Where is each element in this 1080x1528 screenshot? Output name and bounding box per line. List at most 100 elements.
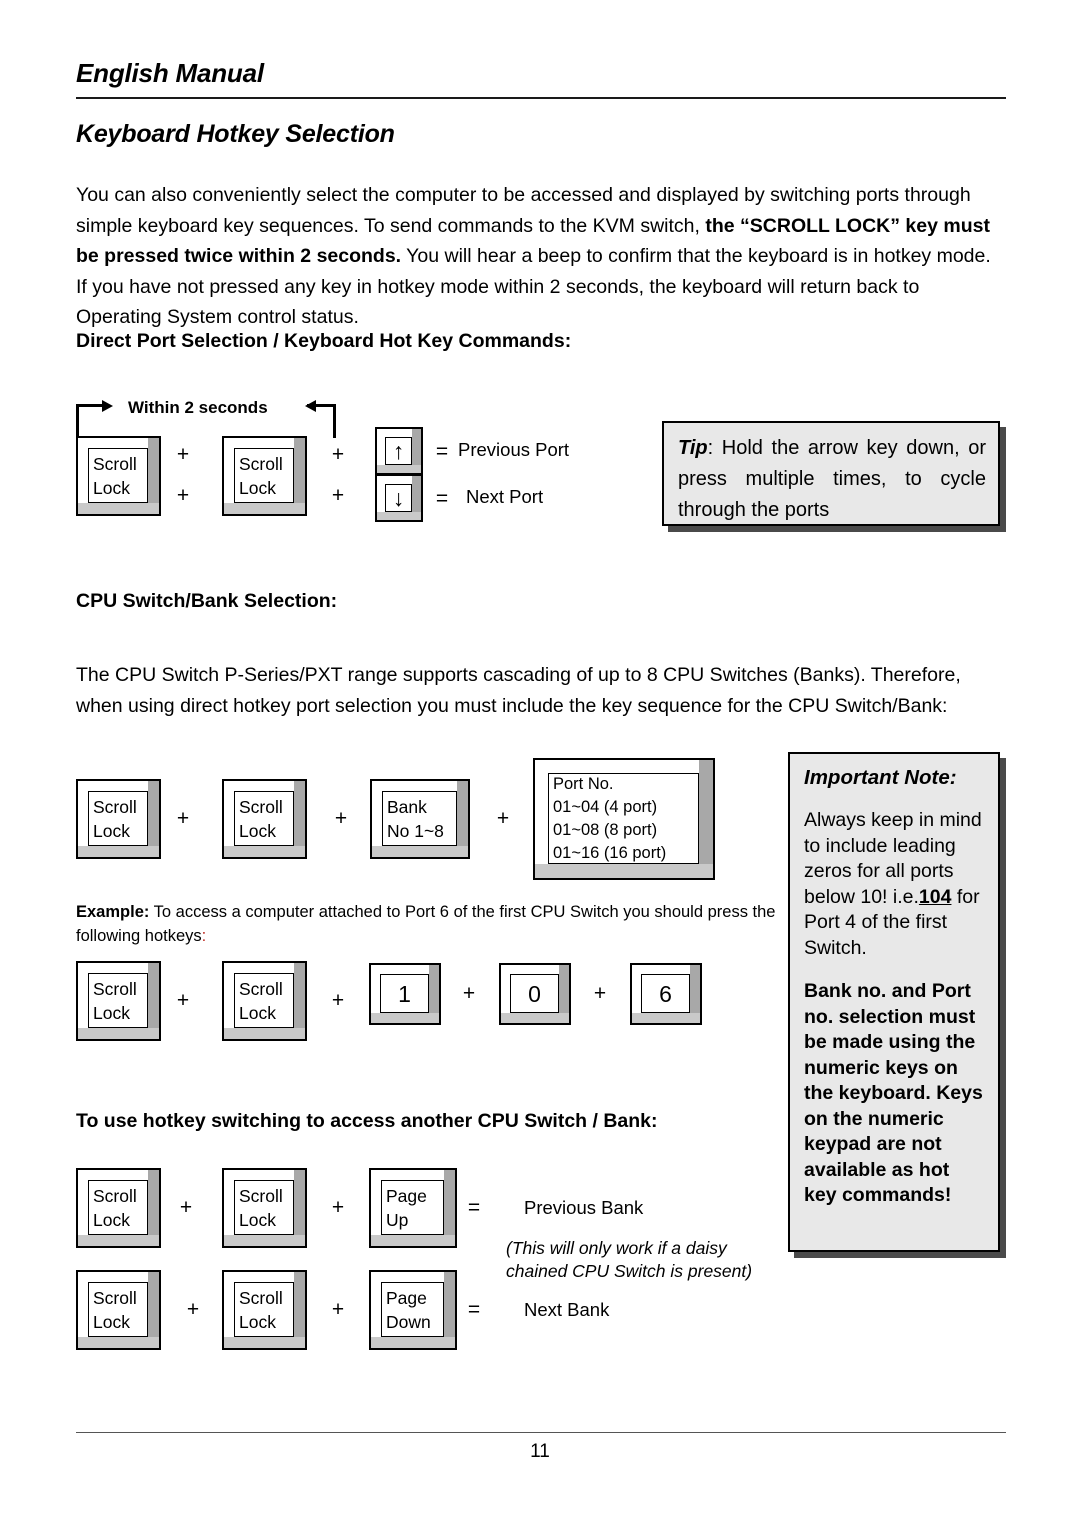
plus-sign-13: + — [331, 1298, 345, 1321]
key-label-line1: Scroll — [93, 1185, 137, 1206]
key-label-line2: Lock — [239, 820, 276, 841]
key-face: Scroll Lock — [234, 973, 294, 1028]
plus-sign-2a: + — [331, 443, 345, 466]
key-bevel-top — [78, 1272, 159, 1282]
key-scroll-lock-2[interactable]: Scroll Lock — [222, 436, 307, 516]
key-face: Scroll Lock — [234, 1282, 294, 1337]
key-bevel-top — [78, 438, 159, 448]
key-bevel-top — [224, 1170, 305, 1180]
key-bevel-bottom — [535, 864, 713, 878]
plus-sign-1a: + — [176, 443, 190, 466]
key-face: 1 — [380, 974, 429, 1013]
key-bevel-top — [78, 781, 159, 791]
bracket-left-vertical — [76, 404, 79, 438]
key-scroll-lock-6[interactable]: Scroll Lock — [222, 961, 307, 1041]
note-code-104: 104 — [918, 885, 952, 908]
example-colon: : — [201, 927, 207, 945]
key-bevel-left — [535, 760, 548, 878]
arrow-up-icon: ↑ — [392, 438, 405, 464]
bracket-left-arrowhead-icon — [102, 400, 113, 412]
key-label: 0 — [528, 980, 541, 1007]
key-bevel-right — [699, 760, 713, 878]
manual-page: English Manual Keyboard Hotkey Selection… — [0, 0, 1080, 1528]
key-bevel-bottom — [224, 1028, 305, 1039]
plus-sign-12: + — [186, 1298, 200, 1321]
key-label: 6 — [659, 980, 672, 1007]
key-page-down[interactable]: Page Down — [369, 1270, 457, 1350]
daisy-note-line1: (This will only work if a daisy — [506, 1238, 727, 1258]
key-scroll-lock-9[interactable]: Scroll Lock — [76, 1270, 161, 1350]
key-label-line1: Scroll — [93, 453, 137, 474]
key-label-line2: Lock — [93, 820, 130, 841]
key-bevel-top — [224, 781, 305, 791]
key-face: 0 — [510, 974, 559, 1013]
key-scroll-lock-7[interactable]: Scroll Lock — [76, 1168, 161, 1248]
key-bevel-bottom — [372, 846, 468, 857]
plus-sign-11: + — [331, 1196, 345, 1219]
key-bevel-top — [78, 963, 159, 973]
section3-heading: To use hotkey switching to access anothe… — [76, 1110, 658, 1132]
key-label-line2: Lock — [93, 1311, 130, 1332]
section2-heading: CPU Switch/Bank Selection: — [76, 590, 338, 612]
note-body-bold: Bank no. and Port no. selection must be … — [804, 980, 983, 1206]
key-bevel-top — [371, 1272, 455, 1282]
key-bevel-bottom — [632, 1013, 700, 1023]
key-scroll-lock-3[interactable]: Scroll Lock — [76, 779, 161, 859]
key-label-line2: Lock — [93, 477, 130, 498]
key-bevel-top — [224, 1272, 305, 1282]
key-digit-1[interactable]: 1 — [369, 963, 441, 1025]
plus-sign-6: + — [176, 989, 190, 1012]
port-no-line2: 01~08 (8 port) — [553, 820, 658, 839]
example-paragraph: Example: To access a computer attached t… — [76, 900, 796, 948]
key-bevel-top — [78, 1170, 159, 1180]
key-bevel-top — [371, 1170, 455, 1180]
key-scroll-lock-1[interactable]: Scroll Lock — [76, 436, 161, 516]
key-face: Port No. 01~04 (4 port) 01~08 (8 port) 0… — [548, 773, 699, 864]
key-scroll-lock-4[interactable]: Scroll Lock — [222, 779, 307, 859]
key-bevel-top — [224, 963, 305, 973]
daisy-note-line2: chained CPU Switch is present) — [506, 1261, 753, 1281]
key-bevel-bottom — [78, 503, 159, 514]
key-bevel-bottom — [377, 512, 421, 520]
bracket-right-vertical — [333, 404, 336, 438]
key-label-line2: Up — [386, 1209, 409, 1230]
key-face: Page Up — [381, 1180, 444, 1235]
key-bevel-bottom — [377, 465, 421, 473]
key-face: Scroll Lock — [88, 791, 148, 846]
key-label-line2: Lock — [93, 1209, 130, 1230]
key-bevel-bottom — [371, 1235, 455, 1246]
key-bevel-top — [224, 438, 305, 448]
example-text: To access a computer attached to Port 6 … — [76, 903, 776, 945]
result-previous-port: Previous Port — [458, 439, 570, 460]
tip-text: Tip: Hold the arrow key down, or press m… — [678, 433, 986, 526]
note-inner: Important Note: Always keep in mind to i… — [790, 754, 998, 1219]
key-bevel-bottom — [224, 503, 305, 514]
plus-sign-5: + — [496, 807, 510, 830]
running-head: English Manual — [76, 58, 264, 88]
key-scroll-lock-5[interactable]: Scroll Lock — [76, 961, 161, 1041]
key-arrow-down[interactable]: ↓ — [375, 474, 423, 522]
section2-paragraph: The CPU Switch P-Series/PXT range suppor… — [76, 664, 961, 717]
tip-callout: Tip: Hold the arrow key down, or press m… — [662, 421, 1000, 526]
key-digit-0[interactable]: 0 — [499, 963, 571, 1025]
key-face: Scroll Lock — [88, 973, 148, 1028]
key-scroll-lock-10[interactable]: Scroll Lock — [222, 1270, 307, 1350]
page-number: 11 — [530, 1441, 550, 1462]
key-port-no[interactable]: Port No. 01~04 (4 port) 01~08 (8 port) 0… — [533, 758, 715, 880]
key-bank-no[interactable]: Bank No 1~8 — [370, 779, 470, 859]
key-label-line1: Scroll — [239, 453, 283, 474]
equals-sign-3: = — [467, 1196, 481, 1219]
key-page-up[interactable]: Page Up — [369, 1168, 457, 1248]
key-bevel-bottom — [78, 1235, 159, 1246]
key-digit-6[interactable]: 6 — [630, 963, 702, 1025]
example-label: Example: — [76, 903, 150, 921]
key-scroll-lock-8[interactable]: Scroll Lock — [222, 1168, 307, 1248]
tip-inner: Tip: Hold the arrow key down, or press m… — [664, 423, 998, 536]
key-bevel-bottom — [78, 1337, 159, 1348]
key-face: 6 — [641, 974, 690, 1013]
bracket-right-arrowhead-icon — [305, 400, 316, 412]
key-label-line2: Lock — [239, 477, 276, 498]
key-arrow-up[interactable]: ↑ — [375, 427, 423, 475]
result-next-port: Next Port — [466, 486, 544, 507]
plus-sign-2b: + — [331, 484, 345, 507]
